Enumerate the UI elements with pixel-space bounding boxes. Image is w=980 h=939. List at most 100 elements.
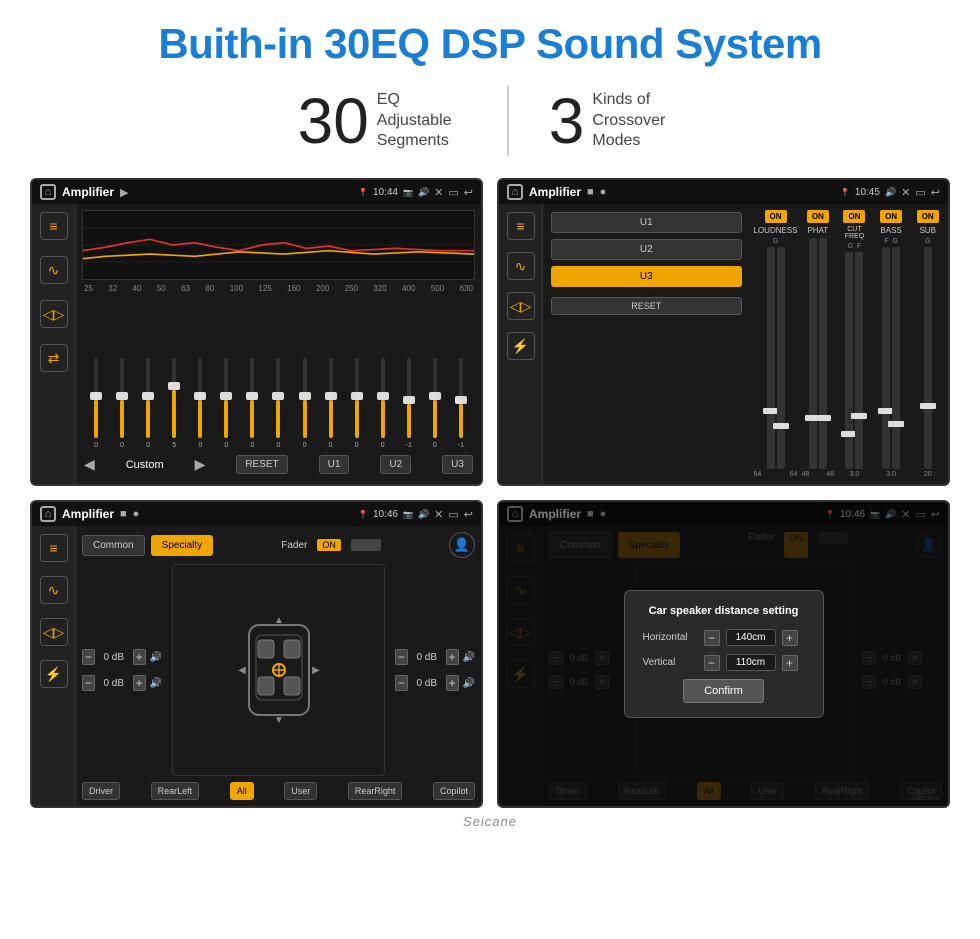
balance-screen: Amplifier ■ ● 10:46 ▭ ≡ ∿ (30, 500, 483, 808)
bal-time: 10:46 (373, 509, 398, 520)
bal-car-diagram: ▲ ▼ ◀ ▶ (172, 564, 385, 776)
eq-slider-5[interactable]: 0 (188, 358, 212, 449)
speaker-icon-3: 🔊 (463, 649, 475, 665)
cross-home-icon[interactable] (507, 184, 523, 200)
bal-back-icon[interactable] (464, 508, 473, 521)
eq-next-btn[interactable]: ▶ (195, 456, 206, 473)
phat-name: PHAT (807, 226, 828, 235)
phat-on[interactable]: ON (807, 210, 829, 223)
cross-save-icon: ■ (587, 186, 594, 198)
rearright-btn[interactable]: RearRight (348, 782, 403, 800)
user-btn[interactable]: User (284, 782, 317, 800)
eq-reset-btn[interactable]: RESET (236, 455, 287, 474)
eq-u2-btn[interactable]: U2 (380, 455, 411, 474)
eq-slider-7[interactable]: 0 (240, 358, 264, 449)
brand-label: Seicane (463, 814, 517, 829)
minus-btn-1[interactable]: − (82, 649, 95, 665)
eq-slider-6[interactable]: 0 (214, 358, 238, 449)
eq-slider-15[interactable]: -1 (449, 358, 473, 449)
eq-slider-11[interactable]: 0 (345, 358, 369, 449)
eq-u3-btn[interactable]: U3 (442, 455, 473, 474)
bal-vol-side-icon[interactable]: ◁▷ (40, 618, 68, 646)
cross-sidebar: ≡ ∿ ◁▷ ⚡ (499, 204, 543, 484)
eq-preset-label: Custom (126, 459, 164, 471)
eq-sidebar-wave-icon[interactable]: ∿ (40, 256, 68, 284)
eq-slider-4[interactable]: 5 (162, 358, 186, 449)
bal-status-bar: Amplifier ■ ● 10:46 ▭ (32, 502, 481, 526)
eq-slider-13[interactable]: -1 (397, 358, 421, 449)
cross-app-title: Amplifier (529, 185, 581, 199)
bal-eq-icon[interactable]: ≡ (40, 534, 68, 562)
sub-on[interactable]: ON (917, 210, 939, 223)
plus-btn-1[interactable]: + (133, 649, 146, 665)
bal-bt-icon[interactable]: ⚡ (40, 660, 68, 688)
cross-main: ON LOUDNESS G (750, 204, 949, 484)
back-icon[interactable] (464, 186, 473, 199)
bal-home-icon[interactable] (40, 506, 56, 522)
common-tab-btn[interactable]: Common (82, 535, 145, 556)
eq-sidebar-eq-icon[interactable]: ≡ (40, 212, 68, 240)
cross-bt-icon[interactable]: ⚡ (507, 332, 535, 360)
all-btn[interactable]: All (230, 782, 254, 800)
vertical-minus-btn[interactable]: − (704, 655, 720, 671)
cross-status-left: Amplifier ■ ● (507, 184, 606, 200)
cross-vol-side-icon[interactable]: ◁▷ (507, 292, 535, 320)
x-icon (434, 186, 443, 199)
minus-btn-4[interactable]: − (395, 675, 408, 691)
bal-status-left: Amplifier ■ ● (40, 506, 139, 522)
stats-row: 30 EQ AdjustableSegments 3 Kinds ofCross… (258, 86, 723, 156)
plus-btn-2[interactable]: + (133, 675, 146, 691)
cross-eq-icon[interactable]: ≡ (507, 212, 535, 240)
driver-btn[interactable]: Driver (82, 782, 120, 800)
crossover-stat: 3 Kinds ofCrossover Modes (509, 89, 723, 153)
rearleft-btn[interactable]: RearLeft (151, 782, 200, 800)
bal-left-col: − 0 dB + 🔊 − 0 dB + 🔊 (82, 564, 162, 776)
home-icon[interactable] (40, 184, 56, 200)
eq-slider-2[interactable]: 0 (110, 358, 134, 449)
bass-on[interactable]: ON (880, 210, 902, 223)
cross-u1-btn[interactable]: U1 (551, 212, 742, 233)
horizontal-minus-btn[interactable]: − (704, 630, 720, 646)
vertical-plus-btn[interactable]: + (782, 655, 798, 671)
speaker-icon-2: 🔊 (150, 675, 162, 691)
eq-sidebar-arrows-icon[interactable]: ⇄ (40, 344, 68, 372)
cross-u2-btn[interactable]: U2 (551, 239, 742, 260)
eq-slider-1[interactable]: 0 (84, 358, 108, 449)
cross-win-icon: ▭ (915, 186, 925, 199)
cross-vol-icon (885, 186, 896, 198)
minus-btn-2[interactable]: − (82, 675, 95, 691)
cross-u3-btn[interactable]: U3 (551, 266, 742, 287)
minus-btn-3[interactable]: − (395, 649, 408, 665)
plus-btn-3[interactable]: + (446, 649, 459, 665)
db-val-3: 0 dB (412, 652, 442, 663)
eq-freq-labels: 25 32 40 50 63 80 100 125 160 200 250 32… (82, 284, 475, 293)
person-icon-btn[interactable]: 👤 (449, 532, 475, 558)
eq-slider-10[interactable]: 0 (319, 358, 343, 449)
bal-wave-icon[interactable]: ∿ (40, 576, 68, 604)
eq-slider-3[interactable]: 0 (136, 358, 160, 449)
loudness-on[interactable]: ON (765, 210, 787, 223)
plus-btn-4[interactable]: + (446, 675, 459, 691)
cross-pin-icon (840, 186, 850, 198)
eq-slider-12[interactable]: 0 (371, 358, 395, 449)
eq-label: EQ AdjustableSegments (377, 90, 467, 152)
eq-sidebar-vol-icon[interactable]: ◁▷ (40, 300, 68, 328)
eq-slider-14[interactable]: 0 (423, 358, 447, 449)
eq-prev-btn[interactable]: ◀ (84, 456, 95, 473)
cutfreq-on[interactable]: ON (843, 210, 865, 223)
fader-slider[interactable] (351, 539, 381, 551)
cross-wave-icon[interactable]: ∿ (507, 252, 535, 280)
copilot-btn[interactable]: Copilot (433, 782, 475, 800)
eq-u1-btn[interactable]: U1 (319, 455, 350, 474)
eq-slider-8[interactable]: 0 (266, 358, 290, 449)
bal-main: Common Specialty Fader ON 👤 − 0 dB + (76, 526, 481, 806)
cross-back-icon[interactable] (931, 186, 940, 199)
vertical-row: Vertical − 110cm + (643, 654, 805, 671)
fader-on-badge[interactable]: ON (317, 539, 341, 551)
eq-slider-9[interactable]: 0 (293, 358, 317, 449)
horizontal-plus-btn[interactable]: + (782, 630, 798, 646)
specialty-tab-btn[interactable]: Specialty (151, 535, 214, 556)
confirm-button[interactable]: Confirm (683, 679, 764, 703)
bal-right-col: − 0 dB + 🔊 − 0 dB + 🔊 (395, 564, 475, 776)
cross-reset-btn[interactable]: RESET (551, 297, 742, 315)
